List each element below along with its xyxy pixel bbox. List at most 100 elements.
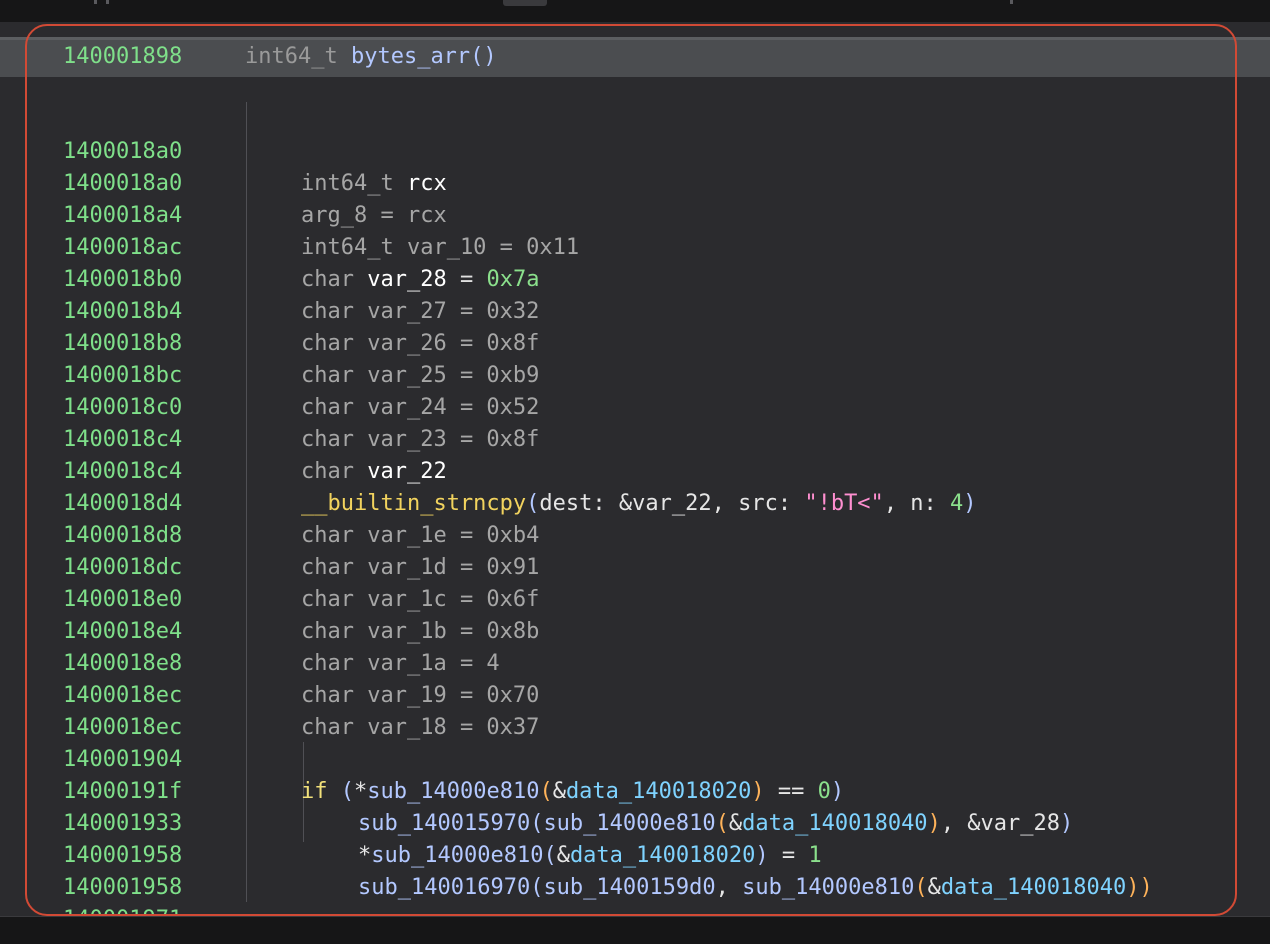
- function-header-row[interactable]: 140001898 int64_t bytes_arr(): [0, 37, 1270, 77]
- code-line[interactable]: 14000191f sub_140015970(sub_14000e810(&d…: [0, 744, 1073, 836]
- builtin-function-token[interactable]: __builtin_strncpy: [301, 491, 526, 516]
- code-line[interactable]: 1400018ec: [0, 680, 182, 740]
- paren-token: ): [1060, 811, 1074, 836]
- toolbar-tick: [94, 0, 97, 4]
- line-address: 1400018ac: [63, 235, 183, 260]
- return-type: int64_t: [245, 44, 338, 69]
- code-text: char var_26 = 0x8f: [301, 331, 540, 356]
- paren-token: ): [755, 843, 769, 868]
- number-token: 1: [808, 843, 822, 868]
- line-address: 1400018a4: [63, 203, 183, 228]
- code-line[interactable]: 1400018b8 char var_25 = 0xb9: [0, 296, 539, 388]
- code-line[interactable]: 140001933 *sub_14000e810(&data_140018020…: [0, 776, 822, 868]
- operator-token: &: [552, 779, 566, 804]
- variable-token[interactable]: rcx: [407, 171, 447, 196]
- function-signature[interactable]: int64_t bytes_arr(): [245, 41, 497, 73]
- block-guide-function: [246, 102, 247, 902]
- function-call-token[interactable]: sub_1400159d0: [543, 875, 715, 900]
- operator-token: *: [354, 779, 368, 804]
- code-line[interactable]: 1400018d4 char var_1e = 0xb4: [0, 456, 539, 548]
- code-line[interactable]: 1400018d8 char var_1d = 0x91: [0, 488, 539, 580]
- toolbar-tick: [106, 0, 109, 4]
- function-call-token[interactable]: sub_14000e810: [543, 811, 715, 836]
- tab-handle[interactable]: [503, 0, 547, 6]
- operator-token: &: [927, 875, 941, 900]
- code-text: int64_t var_10 = 0x11: [301, 235, 580, 260]
- function-call-token[interactable]: sub_140015970: [358, 811, 530, 836]
- code-line[interactable]: 140001904 if (*sub_14000e810(&data_14001…: [0, 712, 844, 804]
- code-text: arg_8 = rcx: [301, 203, 447, 228]
- line-address: 1400018e8: [63, 651, 183, 676]
- code-text: char var_23 = 0x8f: [301, 427, 540, 452]
- paren-token: (: [914, 875, 928, 900]
- data-symbol-token[interactable]: data_140018020: [566, 779, 751, 804]
- line-address: 1400018c4: [63, 427, 183, 452]
- code-line[interactable]: 1400018b4 char var_26 = 0x8f: [0, 264, 539, 356]
- line-address: 1400018dc: [63, 555, 183, 580]
- line-address: 1400018ec: [63, 683, 183, 708]
- code-line[interactable]: 140001958: [0, 840, 182, 900]
- line-address: 1400018bc: [63, 363, 183, 388]
- line-address: 1400018c0: [63, 395, 183, 420]
- data-symbol-token[interactable]: data_140018040: [941, 875, 1126, 900]
- code-line[interactable]: 1400018e4 char var_1a = 4: [0, 584, 500, 676]
- code-line[interactable]: 1400018ac char var_28 = 0x7a: [0, 200, 539, 292]
- number-token: 4: [950, 491, 964, 516]
- code-line[interactable]: 1400018e8 char var_19 = 0x70: [0, 616, 539, 708]
- line-address: 1400018c4: [63, 459, 183, 484]
- variable-token[interactable]: var_22: [367, 459, 446, 484]
- function-call-token[interactable]: sub_140016970: [358, 875, 530, 900]
- operator-token: =: [768, 843, 809, 868]
- variable-token[interactable]: var_28: [367, 267, 446, 292]
- code-line[interactable]: 1400018a0 arg_8 = rcx: [0, 136, 447, 228]
- function-call-token[interactable]: sub_14000e810: [742, 875, 914, 900]
- paren-token: (: [327, 779, 354, 804]
- keyword-token: if: [301, 779, 328, 804]
- code-text: char var_1e = 0xb4: [301, 523, 540, 548]
- code-editor[interactable]: 140001898 int64_t bytes_arr() 1400018a0 …: [0, 22, 1270, 944]
- code-line[interactable]: 1400018c0 char var_23 = 0x8f: [0, 360, 539, 452]
- code-line[interactable]: 1400018a4 int64_t var_10 = 0x11: [0, 168, 579, 260]
- code-line[interactable]: 1400018a0 int64_t rcx: [0, 104, 447, 196]
- line-address: 140001958: [63, 875, 183, 900]
- line-address: 1400018a0: [63, 171, 183, 196]
- code-line[interactable]: 1400018bc char var_24 = 0x52: [0, 328, 539, 420]
- data-symbol-token[interactable]: data_140018020: [570, 843, 755, 868]
- function-call-token[interactable]: sub_14000e810: [371, 843, 543, 868]
- argument-text: dest: &var_22, src:: [539, 491, 805, 516]
- argument-text: ,: [715, 875, 743, 900]
- function-parens: (): [470, 44, 497, 69]
- data-symbol-token[interactable]: data_140018040: [742, 811, 927, 836]
- type-token: char: [301, 267, 354, 292]
- line-address: 140001958: [63, 843, 183, 868]
- line-address: 14000191f: [63, 779, 183, 804]
- paren-token: (: [530, 811, 544, 836]
- code-line[interactable]: 1400018c4 char var_22: [0, 392, 447, 484]
- function-name[interactable]: bytes_arr: [351, 44, 470, 69]
- code-text: char var_1d = 0x91: [301, 555, 540, 580]
- function-call-token[interactable]: sub_14000e810: [367, 779, 539, 804]
- toolbar-tick: [1010, 0, 1013, 4]
- code-line[interactable]: 1400018c4 __builtin_strncpy(dest: &var_2…: [0, 424, 977, 516]
- header-address: 140001898: [63, 44, 183, 69]
- paren-token: )): [1126, 875, 1153, 900]
- code-line[interactable]: 140001971 return sub_14000e810(&data_140…: [0, 872, 791, 944]
- operator-token: &: [556, 843, 570, 868]
- code-line[interactable]: 1400018e0 char var_1b = 0x8b: [0, 552, 539, 644]
- argument-text: , n:: [883, 491, 951, 516]
- line-address: 140001904: [63, 747, 183, 772]
- type-token: int64_t: [301, 171, 394, 196]
- line-address: 1400018a0: [63, 139, 183, 164]
- bottom-status-bar: [0, 916, 1270, 944]
- line-address: 1400018d8: [63, 523, 183, 548]
- code-line[interactable]: 1400018ec char var_18 = 0x37: [0, 648, 539, 740]
- code-line[interactable]: 1400018b0 char var_27 = 0x32: [0, 232, 539, 324]
- line-address: 1400018b8: [63, 331, 183, 356]
- code-text: char var_24 = 0x52: [301, 395, 540, 420]
- code-line[interactable]: 140001958 sub_140016970 ( sub_1400159d0, s…: [0, 808, 1153, 900]
- paren-token: ): [927, 811, 941, 836]
- string-literal: "!bT<": [804, 491, 884, 516]
- code-line[interactable]: 1400018dc char var_1c = 0x6f: [0, 520, 539, 612]
- argument-text: , &var_28: [940, 811, 1061, 836]
- number-token: 0x7a: [486, 267, 540, 292]
